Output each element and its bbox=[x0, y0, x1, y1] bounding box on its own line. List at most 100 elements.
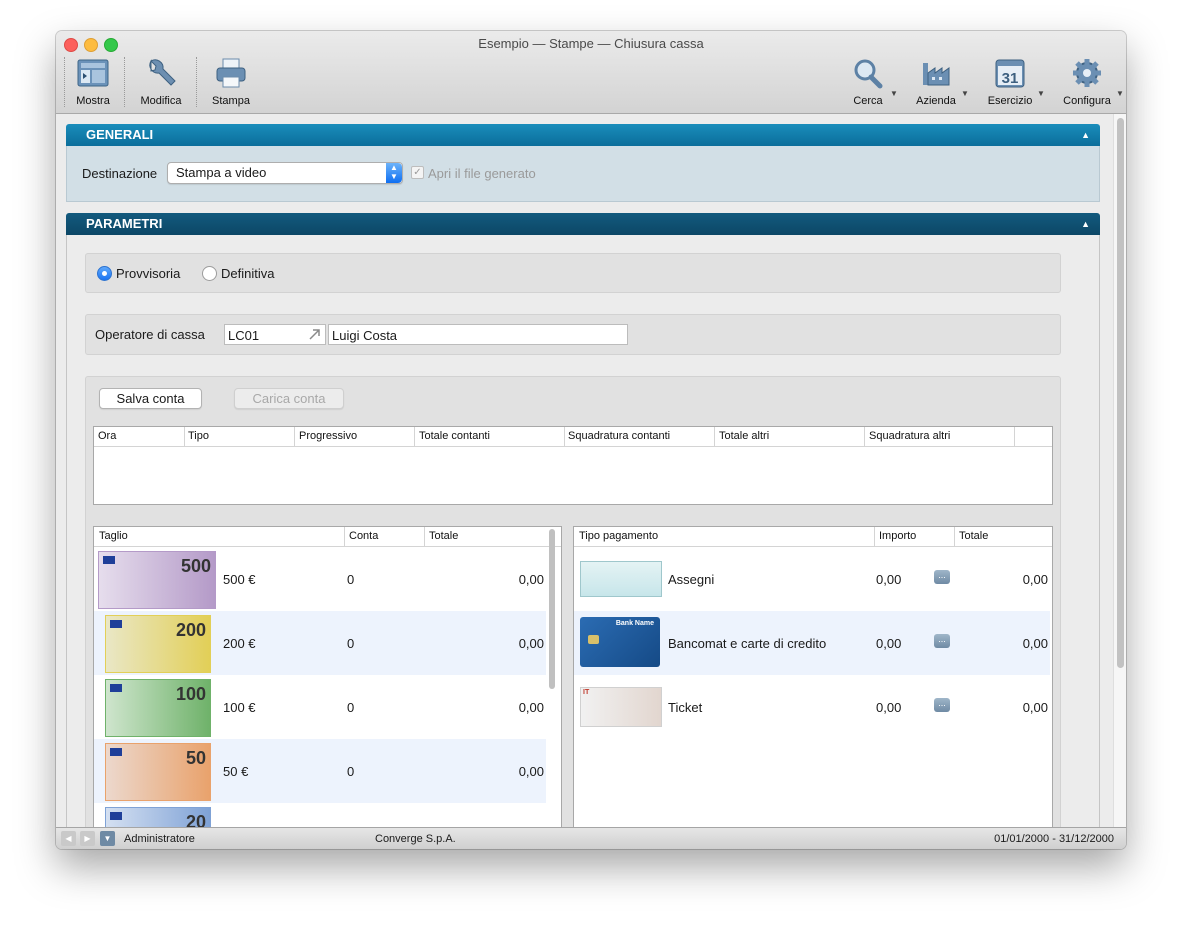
toolbar-cerca-button[interactable]: Cerca bbox=[846, 55, 890, 111]
open-file-checkbox[interactable]: ✓ bbox=[411, 166, 424, 179]
toolbar-mostra-button[interactable]: Mostra bbox=[70, 55, 116, 111]
status-period: 01/01/2000 - 31/12/2000 bbox=[994, 833, 1114, 845]
lookup-arrow-icon[interactable] bbox=[308, 327, 322, 341]
operator-name-value: Luigi Costa bbox=[332, 328, 398, 343]
radio-provvisoria-label[interactable]: Provvisoria bbox=[116, 266, 180, 281]
denomination-count[interactable]: 0 bbox=[347, 572, 354, 587]
col-tipo-pagamento[interactable]: Tipo pagamento bbox=[579, 530, 658, 542]
payment-amount[interactable]: 0,00 bbox=[876, 572, 901, 587]
toolbar-azienda-label: Azienda bbox=[916, 95, 956, 107]
denomination-row[interactable]: 500 500 € 0 0,00 bbox=[94, 547, 546, 611]
col-squadratura-contanti[interactable]: Squadratura contanti bbox=[568, 430, 670, 442]
status-bar: ◀ ▶ ▼ Administratore Converge S.p.A. 01/… bbox=[56, 827, 1126, 849]
main-scrollbar[interactable] bbox=[1113, 114, 1126, 827]
banknote-value: 500 bbox=[180, 556, 211, 576]
banknote-value: 100 bbox=[175, 684, 206, 704]
toolbar-cerca-label: Cerca bbox=[853, 95, 883, 107]
banknote-icon: 50 bbox=[105, 743, 211, 801]
detail-ellipsis-button[interactable]: ... bbox=[934, 634, 950, 648]
toolbar-azienda-button[interactable]: Azienda bbox=[912, 55, 960, 111]
col-ora[interactable]: Ora bbox=[98, 430, 116, 442]
toolbar-separator bbox=[124, 57, 125, 107]
counts-table-header: Ora Tipo Progressivo Totale contanti Squ… bbox=[94, 427, 1052, 447]
payment-row[interactable]: Bank Name Bancomat e carte di credito 0,00… bbox=[574, 611, 1050, 675]
payment-row[interactable]: Assegni 0,00... 0,00 bbox=[574, 547, 1050, 611]
col-tipo[interactable]: Tipo bbox=[188, 430, 209, 442]
toolbar-configura-button[interactable]: Configura bbox=[1060, 55, 1114, 111]
column-divider bbox=[864, 427, 865, 446]
chevron-down-icon[interactable]: ▼ bbox=[890, 89, 898, 98]
payment-row[interactable]: IT Ticket 0,00... 0,00 bbox=[574, 675, 1050, 739]
save-count-button[interactable]: Salva conta bbox=[99, 388, 202, 409]
radio-definitiva[interactable] bbox=[202, 266, 217, 281]
nav-menu-icon[interactable]: ▼ bbox=[100, 831, 115, 846]
payment-amount[interactable]: 0,00 bbox=[876, 700, 901, 715]
nav-back-icon[interactable]: ◀ bbox=[61, 831, 76, 846]
radio-definitiva-label[interactable]: Definitiva bbox=[221, 266, 274, 281]
col-taglio[interactable]: Taglio bbox=[99, 530, 128, 542]
column-divider bbox=[294, 427, 295, 446]
payment-type-label: Assegni bbox=[668, 572, 715, 587]
denomination-row[interactable]: 20 bbox=[94, 803, 546, 827]
column-divider bbox=[564, 427, 565, 446]
toolbar-esercizio-label: Esercizio bbox=[987, 95, 1033, 107]
payment-type-label: Bancomat e carte di credito bbox=[668, 636, 827, 651]
load-count-button[interactable]: Carica conta bbox=[234, 388, 344, 409]
detail-ellipsis-button[interactable]: ... bbox=[934, 570, 950, 584]
destination-select[interactable]: Stampa a video ▲ ▼ bbox=[167, 162, 403, 184]
collapse-icon[interactable]: ▲ bbox=[1081, 124, 1090, 146]
status-company: Converge S.p.A. bbox=[375, 833, 456, 845]
denomination-row[interactable]: 200 200 € 0 0,00 bbox=[94, 611, 546, 675]
toolbar-modifica-button[interactable]: Modifica bbox=[134, 55, 188, 111]
col-conta[interactable]: Conta bbox=[349, 530, 378, 542]
payment-total: 0,00 bbox=[1022, 700, 1048, 715]
col-totale-altri[interactable]: Totale altri bbox=[719, 430, 769, 442]
denomination-total: 0,00 bbox=[518, 764, 544, 779]
toolbar-grip bbox=[64, 57, 65, 107]
col-progressivo[interactable]: Progressivo bbox=[299, 430, 357, 442]
toolbar-stampa-button[interactable]: Stampa bbox=[206, 55, 256, 111]
scrollbar-thumb[interactable] bbox=[1117, 118, 1124, 668]
col-totale-contanti[interactable]: Totale contanti bbox=[419, 430, 490, 442]
eu-flag-icon bbox=[110, 620, 122, 628]
operator-name-field[interactable]: Luigi Costa bbox=[328, 324, 628, 345]
calendar-day: 31 bbox=[1002, 70, 1019, 87]
destination-label: Destinazione bbox=[82, 166, 158, 181]
column-divider bbox=[414, 427, 415, 446]
detail-ellipsis-button[interactable]: ... bbox=[934, 698, 950, 712]
denomination-row[interactable]: 100 100 € 0 0,00 bbox=[94, 675, 546, 739]
nav-forward-icon[interactable]: ▶ bbox=[80, 831, 95, 846]
select-stepper-icon: ▲ ▼ bbox=[386, 163, 402, 183]
col-totale[interactable]: Totale bbox=[959, 530, 988, 542]
denominations-scrollbar[interactable] bbox=[549, 529, 555, 689]
toolbar-esercizio-button[interactable]: 31 Esercizio bbox=[984, 55, 1036, 111]
check-icon bbox=[580, 561, 662, 597]
col-importo[interactable]: Importo bbox=[879, 530, 916, 542]
denomination-label: 100 € bbox=[223, 700, 256, 715]
denomination-count[interactable]: 0 bbox=[347, 636, 354, 651]
chevron-down-icon[interactable]: ▼ bbox=[1116, 89, 1124, 98]
payment-type-label: Ticket bbox=[668, 700, 703, 715]
payment-amount[interactable]: 0,00 bbox=[876, 636, 901, 651]
column-divider bbox=[344, 527, 345, 546]
chevron-down-icon[interactable]: ▼ bbox=[1037, 89, 1045, 98]
collapse-icon[interactable]: ▲ bbox=[1081, 213, 1090, 235]
operator-code-field[interactable]: LC01 bbox=[224, 324, 326, 345]
payments-table-header: Tipo pagamento Importo Totale bbox=[574, 527, 1052, 547]
col-squadratura-altri[interactable]: Squadratura altri bbox=[869, 430, 950, 442]
denomination-total: 0,00 bbox=[518, 572, 544, 587]
main-content: GENERALI ▲ Destinazione Stampa a video ▲… bbox=[56, 114, 1113, 827]
generali-header[interactable]: GENERALI ▲ bbox=[66, 124, 1100, 146]
printer-icon bbox=[216, 58, 246, 88]
denomination-row[interactable]: 50 50 € 0 0,00 bbox=[94, 739, 546, 803]
eu-flag-icon bbox=[110, 812, 122, 820]
denomination-count[interactable]: 0 bbox=[347, 764, 354, 779]
card-bank-name: Bank Name bbox=[615, 620, 654, 627]
parametri-header[interactable]: PARAMETRI ▲ bbox=[66, 213, 1100, 235]
denomination-count[interactable]: 0 bbox=[347, 700, 354, 715]
radio-provvisoria[interactable] bbox=[97, 266, 112, 281]
column-divider bbox=[424, 527, 425, 546]
chevron-down-icon[interactable]: ▼ bbox=[961, 89, 969, 98]
title-bar: Esempio — Stampe — Chiusura cassa Mostra… bbox=[56, 31, 1126, 114]
col-totale[interactable]: Totale bbox=[429, 530, 458, 542]
